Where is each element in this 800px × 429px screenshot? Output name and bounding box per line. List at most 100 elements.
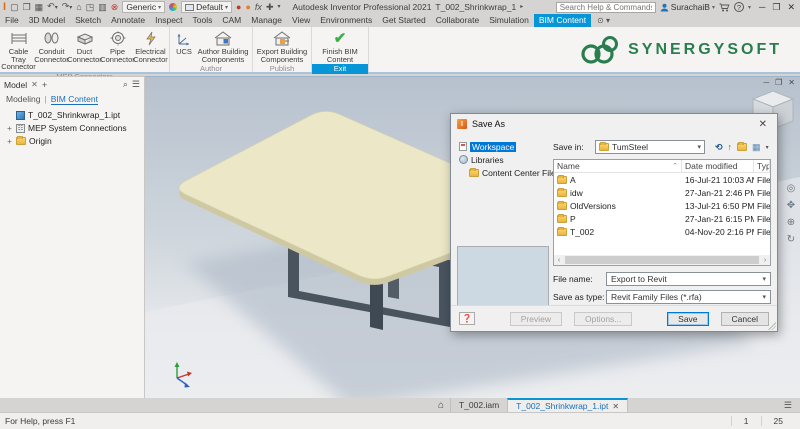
ribbon-tab[interactable]: Sketch bbox=[70, 14, 106, 27]
new-folder-icon[interactable] bbox=[737, 142, 748, 151]
pipe-connector-button[interactable]: Pipe Connector bbox=[100, 28, 135, 63]
file-row[interactable]: OldVersions 13-Jul-21 6:50 PM File bbox=[554, 199, 770, 212]
file-row[interactable]: T_002 04-Nov-20 2:16 PM File bbox=[554, 225, 770, 238]
horizontal-scrollbar[interactable]: ‹ › bbox=[554, 255, 770, 265]
file-row[interactable]: P 27-Jan-21 6:15 PM File bbox=[554, 212, 770, 225]
expand-icon[interactable]: + bbox=[6, 124, 13, 133]
save-button[interactable]: Save bbox=[667, 311, 709, 326]
ribbon-tab[interactable]: CAM bbox=[217, 14, 246, 27]
help-menu-caret-icon[interactable]: ▾ bbox=[748, 4, 751, 11]
close-button[interactable]: ✕ bbox=[787, 2, 795, 13]
tab-close-icon[interactable]: ✕ bbox=[612, 402, 619, 411]
ribbon-tab[interactable]: Annotate bbox=[106, 14, 150, 27]
column-header-date[interactable]: Date modified bbox=[682, 160, 754, 172]
material-combo[interactable]: Generic ▾ bbox=[122, 1, 166, 13]
cart-icon[interactable] bbox=[719, 3, 730, 12]
browser-tab-model[interactable]: Model bbox=[4, 80, 27, 90]
back-folder-icon[interactable]: ⟲ bbox=[715, 142, 723, 153]
browser-search-icon[interactable]: ⌕ bbox=[123, 79, 128, 90]
redo-icon[interactable]: ↷▾ bbox=[62, 0, 73, 14]
resize-grip[interactable] bbox=[768, 322, 776, 330]
appearance-adjust-icon[interactable]: ● bbox=[245, 1, 250, 13]
doc-restore-icon[interactable]: ❐ bbox=[775, 78, 782, 87]
user-account[interactable]: SurachaiB ▾ bbox=[660, 2, 715, 12]
column-header-type[interactable]: Typ bbox=[754, 160, 770, 172]
view-menu-caret-icon[interactable]: ▾ bbox=[766, 144, 769, 151]
steering-wheel-icon[interactable]: ◎ bbox=[787, 183, 796, 194]
doc-tab-shrinkwrap[interactable]: T_002_Shrinkwrap_1.ipt ✕ bbox=[507, 398, 629, 412]
ribbon-tab[interactable]: File bbox=[0, 14, 24, 27]
appearance-combo[interactable]: Default ▾ bbox=[181, 1, 233, 13]
restore-button[interactable]: ❐ bbox=[772, 2, 780, 13]
browser-add-tab-icon[interactable]: + bbox=[42, 80, 47, 90]
file-row[interactable]: A 16-Jul-21 10:03 AM File bbox=[554, 173, 770, 186]
ribbon-tab[interactable]: Manage bbox=[246, 14, 287, 27]
home-tab-icon[interactable]: ⌂ bbox=[432, 398, 450, 412]
doc-minimize-icon[interactable]: ─ bbox=[763, 78, 769, 87]
ribbon-display-options-icon[interactable]: ⊙ ▾ bbox=[597, 14, 610, 27]
browser-tab-close-icon[interactable]: ✕ bbox=[31, 80, 38, 89]
cable-tray-connector-button[interactable]: Cable Tray Connector bbox=[1, 28, 36, 71]
ribbon-tab[interactable]: Collaborate bbox=[431, 14, 484, 27]
scrollbar-thumb[interactable] bbox=[565, 256, 759, 264]
scroll-right-icon[interactable]: › bbox=[760, 257, 770, 264]
options-button[interactable]: Options... bbox=[574, 311, 633, 326]
mode-tab-bim-content[interactable]: BIM Content bbox=[50, 94, 98, 105]
ribbon-tab[interactable]: 3D Model bbox=[24, 14, 70, 27]
sweep-icon[interactable]: ◳ bbox=[86, 1, 95, 13]
tree-item-origin[interactable]: + Origin bbox=[2, 136, 142, 146]
ucs-button[interactable]: UCS bbox=[173, 28, 195, 56]
export-building-components-button[interactable]: Export Building Components bbox=[256, 28, 308, 63]
place-workspace[interactable]: Workspace bbox=[457, 140, 549, 153]
parameters-fx-icon[interactable]: fx bbox=[255, 1, 262, 13]
place-content-center-files[interactable]: Content Center Files bbox=[457, 166, 560, 179]
pan-icon[interactable]: ✥ bbox=[787, 200, 795, 211]
inventor-logo-icon[interactable]: I bbox=[3, 1, 6, 13]
select-icon[interactable]: ▥ bbox=[98, 1, 107, 13]
dialog-help-button[interactable]: ❓ bbox=[459, 312, 475, 325]
doc-close-icon[interactable]: ✕ bbox=[788, 78, 795, 87]
ribbon-tab[interactable]: Get Started bbox=[377, 14, 430, 27]
ribbon-tab[interactable]: Simulation bbox=[484, 14, 534, 27]
electrical-connector-button[interactable]: Electrical Connector bbox=[133, 28, 168, 63]
tree-item-part[interactable]: T_002_Shrinkwrap_1.ipt bbox=[2, 110, 142, 120]
search-input[interactable] bbox=[555, 1, 656, 13]
save-as-type-select[interactable]: Revit Family Files (*.rfa) ▾ bbox=[606, 290, 771, 304]
doc-title-arrow-icon[interactable]: ▸ bbox=[520, 1, 523, 13]
ribbon-tab[interactable]: Tools bbox=[188, 14, 218, 27]
browser-menu-icon[interactable]: ☰ bbox=[132, 79, 140, 90]
abort-icon[interactable]: ⊗ bbox=[111, 1, 119, 13]
place-libraries[interactable]: Libraries bbox=[457, 153, 549, 166]
column-header-name[interactable]: Name ⌃ bbox=[554, 160, 682, 172]
mode-tab-modeling[interactable]: Modeling bbox=[6, 94, 41, 104]
scroll-left-icon[interactable]: ‹ bbox=[554, 257, 564, 264]
save-icon[interactable]: ▦ bbox=[35, 1, 44, 13]
undo-icon[interactable]: ↶▾ bbox=[47, 0, 58, 14]
home-view-icon[interactable]: ⌂ bbox=[76, 1, 81, 13]
view-menu-icon[interactable]: ▦ bbox=[752, 142, 761, 153]
color-wheel-icon[interactable] bbox=[169, 3, 178, 11]
dialog-title-bar[interactable]: I Save As ✕ bbox=[451, 114, 777, 134]
author-building-components-button[interactable]: Author Building Components bbox=[197, 28, 249, 63]
preview-button[interactable]: Preview bbox=[509, 311, 562, 326]
zoom-icon[interactable]: ⊕ bbox=[787, 217, 795, 228]
open-file-icon[interactable]: ❐ bbox=[23, 1, 31, 13]
orbit-icon[interactable]: ↻ bbox=[787, 234, 795, 245]
cancel-button[interactable]: Cancel bbox=[720, 311, 769, 326]
file-row[interactable]: idw 27-Jan-21 2:46 PM File bbox=[554, 186, 770, 199]
qat-customize-icon[interactable]: ▾ bbox=[277, 1, 280, 13]
ribbon-tab[interactable]: BIM Content bbox=[533, 14, 592, 27]
ribbon-tab[interactable]: View bbox=[287, 14, 315, 27]
tab-list-menu-icon[interactable]: ☰ bbox=[784, 398, 792, 412]
tree-item-mep-connections[interactable]: + ☷ MEP System Connections bbox=[2, 123, 142, 133]
conduit-connector-button[interactable]: Conduit Connector bbox=[34, 28, 69, 63]
expand-icon[interactable]: + bbox=[6, 137, 13, 146]
finish-bim-content-button[interactable]: ✔ Finish BIM Content bbox=[315, 28, 365, 63]
new-file-icon[interactable]: ▢ bbox=[10, 1, 19, 13]
measure-icon[interactable]: ✚ bbox=[266, 1, 274, 13]
file-name-input[interactable]: Export to Revit ▾ bbox=[606, 272, 771, 286]
doc-tab-assembly[interactable]: T_002.iam bbox=[450, 398, 507, 412]
ribbon-tab[interactable]: Inspect bbox=[150, 14, 187, 27]
duct-connector-button[interactable]: Duct Connector bbox=[67, 28, 102, 63]
ribbon-tab[interactable]: Environments bbox=[315, 14, 377, 27]
